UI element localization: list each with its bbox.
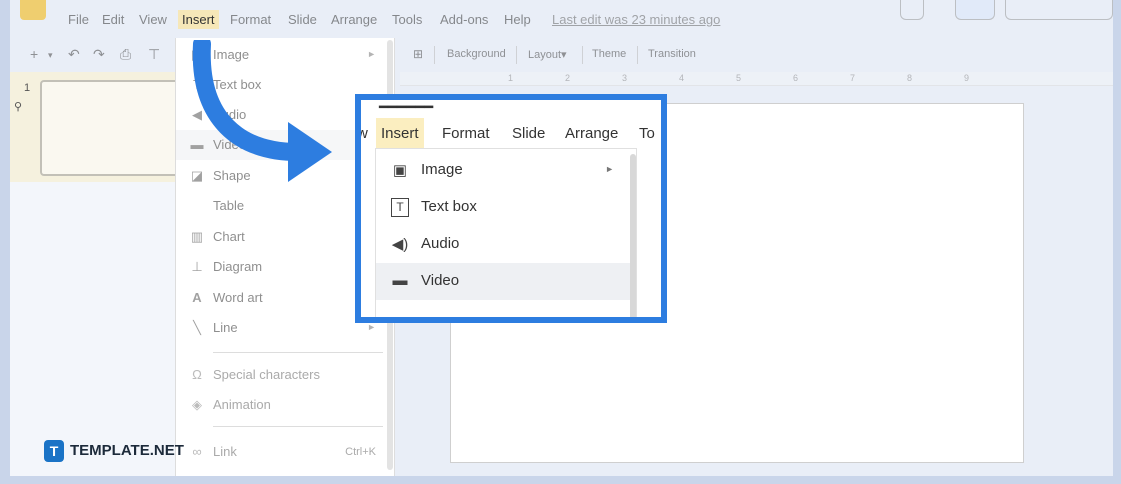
line-icon: ╲ — [193, 320, 201, 335]
ruler: 1 2 3 4 5 6 7 8 9 — [400, 72, 1113, 86]
plus-icon[interactable]: + — [30, 46, 38, 62]
menu-item-label: Line — [213, 320, 238, 335]
menubar: File Edit View Insert Format Slide Arran… — [10, 0, 1113, 38]
print-icon[interactable]: ⎙ — [120, 46, 131, 63]
ruler-mark: 3 — [622, 73, 628, 83]
menu-view[interactable]: View — [139, 12, 167, 27]
ruler-mark: 9 — [964, 73, 970, 83]
menu-item-label: Chart — [213, 229, 245, 244]
slide-filmstrip: 1 ⚲ — [10, 72, 180, 476]
menu-item-label: Video — [421, 272, 460, 289]
menu-item-link[interactable]: ∞ Link Ctrl+K — [176, 437, 394, 467]
zoom-menu-format[interactable]: Format — [442, 125, 490, 142]
zoom-menu-arrange[interactable]: Arrange — [565, 125, 618, 142]
audio-icon: ◀) — [391, 236, 409, 253]
comment-icon[interactable] — [900, 0, 924, 20]
slide-number: 1 — [24, 82, 31, 94]
ruler-mark: 8 — [907, 73, 913, 83]
brand-name: TEMPLATE.NET — [70, 442, 184, 459]
toolbar-divider — [582, 46, 583, 64]
text-box-icon: T — [391, 198, 409, 217]
speaker-notes-icon: ⚲ — [14, 101, 23, 113]
paint-format-icon[interactable]: ⊤ — [148, 46, 160, 63]
video-icon: ▬ — [392, 272, 408, 289]
present-button[interactable] — [955, 0, 995, 20]
zoom-item-video[interactable]: ▬ Video — [376, 263, 636, 300]
diagram-icon: ⊥ — [191, 259, 203, 274]
slide-thumbnail[interactable] — [40, 80, 180, 176]
menu-help[interactable]: Help — [504, 12, 531, 27]
submenu-arrow-icon: ► — [605, 164, 614, 174]
shortcut-label: Ctrl+K — [345, 446, 376, 458]
menu-item-label: Image — [421, 161, 463, 178]
image-icon: ▣ — [392, 162, 408, 179]
ruler-mark: 7 — [850, 73, 856, 83]
menu-insert[interactable]: Insert — [178, 10, 219, 29]
menu-item-animation[interactable]: ◈ Animation — [176, 390, 394, 420]
menu-item-label: Animation — [213, 397, 271, 412]
zoom-menu-scrollbar[interactable] — [630, 154, 636, 317]
undo-icon[interactable]: ↶ — [68, 46, 80, 63]
layout-button[interactable]: Layout▾ — [528, 48, 567, 61]
menu-item-label: Table — [213, 198, 245, 213]
menu-item-label: Word art — [213, 290, 263, 305]
toolbar-divider — [434, 46, 435, 64]
theme-button[interactable]: Theme — [592, 48, 626, 60]
zoom-menubar: w Insert Format Slide Arrange To — [361, 118, 661, 148]
ruler-mark: 1 — [508, 73, 514, 83]
menu-item-label: Text box — [421, 198, 477, 215]
menu-slide[interactable]: Slide — [288, 12, 317, 27]
menu-file[interactable]: File — [68, 12, 89, 27]
zoom-menu-insert[interactable]: Insert — [376, 118, 424, 148]
toolbar-divider — [637, 46, 638, 64]
slides-editor-window: File Edit View Insert Format Slide Arran… — [10, 0, 1113, 476]
zoom-insert-menu: ▣ Image ► T Text box ◀) Audio ▬ Video — [375, 148, 637, 317]
menu-addons[interactable]: Add-ons — [440, 12, 488, 27]
menu-arrange[interactable]: Arrange — [331, 12, 377, 27]
menu-item-label: Diagram — [213, 259, 263, 274]
zoom-menu-view[interactable]: w — [361, 125, 368, 142]
menu-divider — [213, 426, 383, 427]
doc-title-fragment: ━━━━━━ — [379, 99, 434, 116]
zoom-callout: ━━━━━━ w Insert Format Slide Arrange To … — [355, 94, 667, 323]
menu-divider — [213, 352, 383, 353]
menu-item-label: Audio — [421, 235, 460, 252]
last-edit-link[interactable]: Last edit was 23 minutes ago — [552, 12, 720, 27]
link-icon: ∞ — [192, 444, 202, 459]
ruler-mark: 6 — [793, 73, 799, 83]
zoom-item-image[interactable]: ▣ Image ► — [376, 152, 636, 189]
animation-icon: ◈ — [192, 397, 202, 412]
menu-edit[interactable]: Edit — [102, 12, 124, 27]
menu-tools[interactable]: Tools — [392, 12, 422, 27]
share-button[interactable] — [1005, 0, 1113, 20]
ruler-mark: 4 — [679, 73, 685, 83]
callout-arrow-icon — [192, 40, 332, 182]
menu-item-special-characters[interactable]: Ω Special characters — [176, 360, 394, 390]
omega-icon: Ω — [192, 367, 202, 382]
chevron-down-icon[interactable]: ▾ — [48, 50, 53, 61]
ruler-mark: 5 — [736, 73, 742, 83]
brand-badge: T — [44, 440, 64, 462]
redo-icon[interactable]: ↷ — [93, 46, 105, 63]
chart-icon: ▥ — [190, 229, 204, 244]
zoom-menu-tools[interactable]: To — [639, 125, 655, 142]
toolbar-divider — [516, 46, 517, 64]
background-button[interactable]: Background — [447, 48, 506, 60]
word-art-icon: A — [192, 290, 202, 305]
menu-item-label: Special characters — [213, 367, 320, 382]
transition-button[interactable]: Transition — [648, 48, 696, 60]
layout-label: Layout — [528, 49, 562, 61]
comment-add-icon[interactable]: ⊞ — [413, 47, 423, 61]
menu-item-label: Link — [213, 444, 237, 459]
zoom-item-audio[interactable]: ◀) Audio — [376, 226, 636, 263]
submenu-arrow-icon: ► — [367, 49, 376, 59]
zoom-item-text-box[interactable]: T Text box — [376, 189, 636, 226]
ruler-mark: 2 — [565, 73, 571, 83]
slides-logo-icon[interactable] — [20, 0, 46, 20]
menu-format[interactable]: Format — [230, 12, 271, 27]
zoom-menu-slide[interactable]: Slide — [512, 125, 545, 142]
submenu-arrow-icon: ► — [367, 322, 376, 332]
